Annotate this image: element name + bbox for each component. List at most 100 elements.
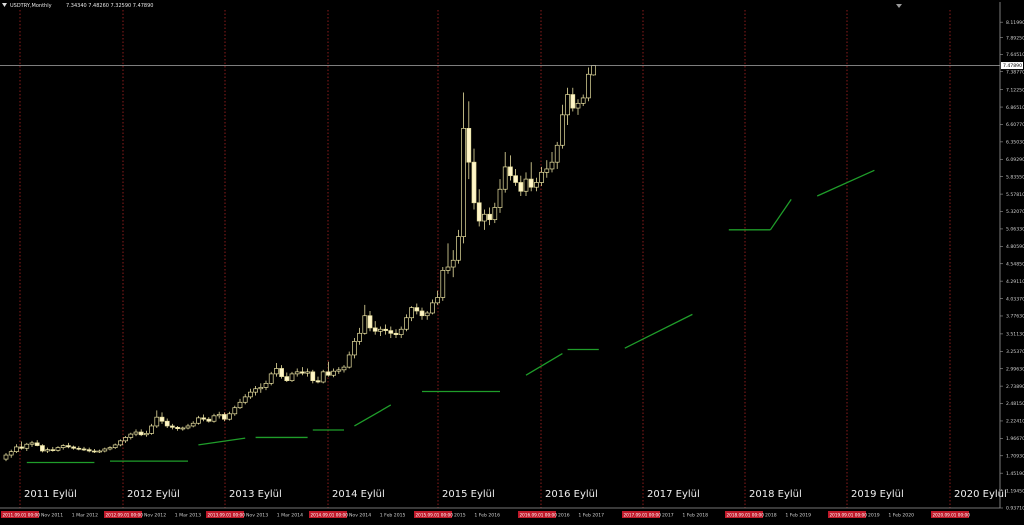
candle-body[interactable] (362, 315, 368, 334)
candle-body[interactable] (164, 420, 170, 427)
candle-body[interactable] (487, 213, 492, 221)
candle-body[interactable] (60, 445, 66, 448)
candle-body[interactable] (440, 270, 446, 298)
candle-body[interactable] (211, 415, 217, 422)
candle-body[interactable] (175, 426, 180, 430)
candle-body[interactable] (430, 302, 435, 314)
candle-body[interactable] (206, 418, 212, 422)
candlestick-chart[interactable]: 2011 Eylül 2012 Eylül 2013 Eylül 2014 Eylül… (0, 0, 1024, 521)
candle-body[interactable] (508, 166, 513, 177)
candle-body[interactable] (253, 388, 258, 393)
candle-body[interactable] (591, 65, 596, 76)
candle-body[interactable] (279, 368, 284, 377)
candle-body[interactable] (289, 373, 295, 381)
candle-body[interactable] (232, 407, 238, 415)
candle-body[interactable] (450, 259, 456, 268)
candle-body[interactable] (19, 446, 24, 449)
candle-body[interactable] (196, 417, 201, 424)
candle-body[interactable] (222, 414, 227, 420)
candle-body[interactable] (466, 128, 472, 163)
candle-body[interactable] (471, 161, 477, 204)
candle-body[interactable] (367, 315, 373, 329)
candle-body[interactable] (76, 447, 82, 450)
candle-body[interactable] (133, 431, 139, 435)
candle-body[interactable] (149, 425, 154, 434)
candle-body[interactable] (445, 266, 451, 271)
candle-body[interactable] (554, 144, 560, 163)
candle-body[interactable] (549, 161, 555, 170)
candle-body[interactable] (378, 328, 383, 332)
candle-body[interactable] (565, 94, 570, 116)
candle-body[interactable] (435, 297, 440, 304)
candle-body[interactable] (201, 417, 206, 420)
candle-body[interactable] (24, 443, 30, 449)
candle-body[interactable] (539, 171, 544, 183)
candle-body[interactable] (294, 371, 300, 375)
candle-body[interactable] (383, 328, 388, 331)
candle-body[interactable] (513, 175, 518, 183)
candle-body[interactable] (461, 128, 466, 237)
candle-body[interactable] (102, 448, 108, 452)
candle-body[interactable] (81, 448, 87, 451)
candle-body[interactable] (393, 332, 399, 336)
candle-body[interactable] (326, 371, 331, 376)
candle-body[interactable] (352, 341, 357, 356)
candle-body[interactable] (118, 440, 123, 446)
candle-body[interactable] (419, 310, 425, 317)
candle-body[interactable] (482, 213, 487, 222)
candle-body[interactable] (242, 396, 248, 403)
candle-body[interactable] (55, 447, 61, 451)
chart-window[interactable]: 2011 Eylül 2012 Eylül 2013 Eylül 2014 Eylül… (0, 0, 1024, 521)
candle-body[interactable] (45, 449, 50, 452)
candle-body[interactable] (227, 413, 232, 420)
candle-body[interactable] (112, 444, 118, 448)
candle-body[interactable] (86, 449, 92, 452)
candle-body[interactable] (331, 370, 336, 376)
candle-body[interactable] (570, 94, 576, 109)
candle-body[interactable] (123, 437, 128, 442)
candle-body[interactable] (29, 442, 35, 445)
candle-body[interactable] (128, 433, 134, 438)
candle-body[interactable] (305, 371, 310, 374)
candle-body[interactable] (456, 236, 461, 261)
candle-body[interactable] (71, 446, 76, 449)
candle-body[interactable] (502, 166, 508, 190)
candle-body[interactable] (372, 327, 378, 332)
candle-body[interactable] (8, 451, 14, 456)
candle-body[interactable] (66, 445, 71, 448)
candle-body[interactable] (180, 427, 186, 430)
candle-body[interactable] (138, 431, 144, 436)
candle-body[interactable] (544, 168, 550, 173)
candle-body[interactable] (424, 312, 430, 317)
candle-body[interactable] (216, 414, 222, 417)
candle-body[interactable] (336, 369, 342, 372)
candle-body[interactable] (185, 425, 191, 429)
candle-body[interactable] (14, 446, 19, 453)
candle-body[interactable] (346, 354, 352, 368)
candle-body[interactable] (560, 114, 565, 146)
candle-body[interactable] (263, 383, 269, 388)
candle-body[interactable] (284, 376, 290, 381)
candle-body[interactable] (310, 371, 316, 381)
candle-body[interactable] (404, 317, 409, 330)
candle-body[interactable] (50, 449, 56, 451)
candle-body[interactable] (497, 188, 503, 208)
candle-body[interactable] (320, 371, 326, 383)
candle-body[interactable] (274, 368, 279, 375)
candle-body[interactable] (580, 97, 586, 104)
candle-body[interactable] (258, 387, 264, 390)
candle-body[interactable] (357, 332, 362, 342)
candle-body[interactable] (159, 416, 165, 422)
candle-body[interactable] (144, 433, 149, 436)
candle-body[interactable] (3, 454, 9, 460)
candle-body[interactable] (107, 447, 113, 450)
candle-body[interactable] (586, 73, 591, 99)
candle-body[interactable] (388, 330, 394, 334)
candle-body[interactable] (300, 371, 305, 374)
candle-body[interactable] (154, 416, 160, 427)
candle-body[interactable] (190, 422, 196, 427)
candle-body[interactable] (97, 450, 102, 453)
candle-body[interactable] (268, 373, 274, 384)
candle-body[interactable] (315, 380, 321, 383)
candle-body[interactable] (409, 307, 414, 319)
